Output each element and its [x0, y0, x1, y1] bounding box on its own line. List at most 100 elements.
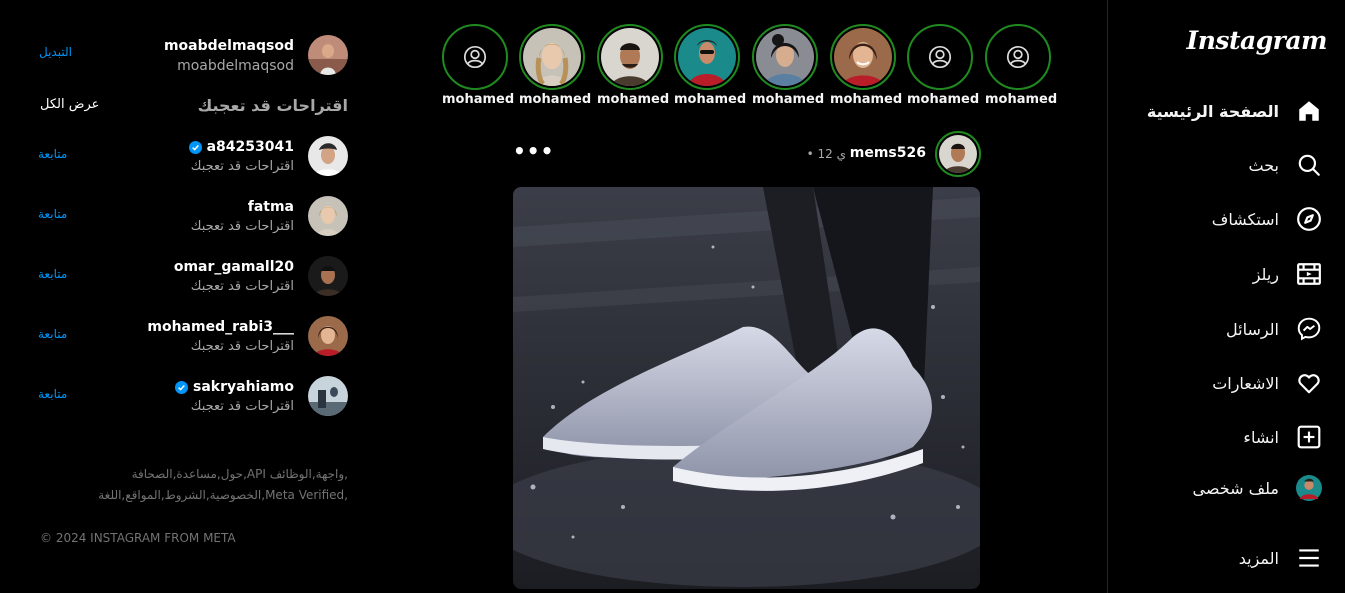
story-ring [907, 24, 973, 90]
post-avatar-image [939, 135, 977, 173]
instagram-home: Instagram الصفحة الرئيسية بحث استكشاف ري… [0, 0, 1345, 593]
story-avatar [678, 28, 736, 86]
suggestion-avatar[interactable] [308, 196, 348, 236]
story-avatar [601, 28, 659, 86]
story-ring [519, 24, 585, 90]
story-ring [674, 24, 740, 90]
post-header: mems526 • ي 12 ••• [513, 131, 981, 177]
nav-search[interactable]: بحث [1249, 148, 1324, 182]
copyright: © 2024 INSTAGRAM FROM META [40, 531, 236, 545]
post-username[interactable]: mems526 [850, 145, 926, 161]
story-name: mohamed [907, 92, 980, 107]
suggestion-avatar[interactable] [308, 256, 348, 296]
instagram-logo[interactable]: Instagram [1187, 26, 1328, 55]
story-avatar [523, 28, 581, 86]
suggestion-username[interactable]: mohamed_rabi3___ [147, 319, 294, 335]
story-ring [985, 24, 1051, 90]
suggestion-subtitle: اقتراحات قد تعجبك [190, 279, 294, 294]
suggestion-subtitle: اقتراحات قد تعجبك [190, 159, 294, 174]
suggestion-subtitle: اقتراحات قد تعجبك [190, 219, 294, 234]
profile-avatar [1295, 474, 1323, 502]
suggestion-avatar[interactable] [308, 136, 348, 176]
reels-icon [1295, 260, 1323, 288]
suggestion-subtitle: اقتراحات قد تعجبك [190, 399, 294, 414]
nav-notifications[interactable]: الاشعارات [1212, 366, 1323, 400]
post-timestamp: • ي 12 [806, 147, 846, 161]
sidebar-nav: Instagram الصفحة الرئيسية بحث استكشاف ري… [1107, 0, 1345, 593]
my-display-name: moabdelmaqsod [177, 58, 294, 74]
suggestion-username[interactable]: omar_gamall20 [174, 259, 294, 275]
default-avatar-icon [989, 28, 1047, 86]
nav-messages-label: الرسائل [1226, 319, 1279, 339]
footer-links-row-2[interactable]: الخصوصية,الشروط,المواقع,اللغة,Meta Verif… [98, 488, 348, 502]
story-name: mohamed [442, 92, 515, 107]
verified-badge-icon [188, 140, 202, 154]
heart-icon [1295, 369, 1323, 397]
create-icon [1295, 423, 1323, 451]
story-item[interactable]: mohamed [674, 24, 747, 107]
nav-create-label: انشاء [1243, 427, 1279, 447]
story-ring [597, 24, 663, 90]
compass-icon [1295, 205, 1323, 233]
footer-links-row-1[interactable]: حول,مساعدة,الصحافة,API واجهة,الوظائف, [132, 467, 348, 481]
follow-button[interactable]: متابعة [38, 147, 67, 161]
story-name: mohamed [985, 92, 1058, 107]
story-item[interactable]: mohamed [442, 24, 515, 107]
nav-create[interactable]: انشاء [1243, 420, 1323, 454]
post-image[interactable] [513, 187, 980, 589]
home-icon [1295, 97, 1323, 125]
more-options-icon[interactable]: ••• [513, 139, 554, 163]
nav-explore-label: استكشاف [1211, 209, 1279, 229]
follow-button[interactable]: متابعة [38, 207, 67, 221]
default-avatar-icon [446, 28, 504, 86]
story-item[interactable]: mohamed [830, 24, 903, 107]
my-username[interactable]: moabdelmaqsod [164, 38, 294, 54]
suggestion-username[interactable]: fatma [248, 199, 294, 215]
suggestion-username-text: omar_gamall20 [173, 259, 294, 275]
search-icon [1295, 151, 1323, 179]
follow-button[interactable]: متابعة [38, 267, 67, 281]
nav-more[interactable]: المزيد [1239, 541, 1323, 575]
story-item[interactable]: mohamed [752, 24, 825, 107]
story-ring [830, 24, 896, 90]
story-name: mohamed [830, 92, 903, 107]
suggestion-avatar[interactable] [308, 316, 348, 356]
story-item[interactable]: mohamed [519, 24, 591, 107]
suggestion-username[interactable]: a84253041 [188, 139, 294, 155]
nav-profile-label: ملف شخصى [1192, 478, 1279, 498]
story-item[interactable]: mohamed [597, 24, 670, 107]
verified-badge-icon [175, 380, 188, 394]
nav-home-label: الصفحة الرئيسية [1146, 101, 1279, 121]
suggestion-avatar[interactable] [308, 376, 348, 416]
story-name: mohamed [752, 92, 825, 107]
nav-home[interactable]: الصفحة الرئيسية [1147, 94, 1323, 128]
nav-messages[interactable]: الرسائل [1226, 312, 1323, 346]
story-avatar [756, 28, 814, 86]
nav-more-label: المزيد [1238, 548, 1279, 568]
story-name: mohamed [674, 92, 747, 107]
story-item[interactable]: mohamed [907, 24, 980, 107]
suggestion-username-text: fatma [247, 199, 294, 215]
nav-reels-label: ريلز [1252, 264, 1279, 284]
post-author-avatar[interactable] [935, 131, 981, 177]
nav-search-label: بحث [1248, 155, 1280, 175]
my-avatar[interactable] [308, 35, 348, 75]
story-avatar [834, 28, 892, 86]
story-item[interactable]: mohamed [985, 24, 1058, 107]
follow-button[interactable]: متابعة [38, 387, 67, 401]
suggestion-username-text: mohamed_rabi3___ [147, 319, 294, 335]
suggestion-username-text: a84253041 [206, 139, 294, 155]
suggestions-title: اقتراحات قد تعجبك [197, 96, 348, 115]
story-ring [752, 24, 818, 90]
nav-profile[interactable]: ملف شخصى [1193, 471, 1323, 505]
nav-explore[interactable]: استكشاف [1212, 202, 1323, 236]
follow-button[interactable]: متابعة [38, 327, 67, 341]
switch-account-link[interactable]: التبديل [39, 45, 72, 59]
story-ring [442, 24, 508, 90]
see-all-link[interactable]: عرض الكل [40, 97, 99, 112]
suggestion-subtitle: اقتراحات قد تعجبك [190, 339, 294, 354]
nav-notifications-label: الاشعارات [1212, 373, 1279, 393]
story-name: mohamed [597, 92, 670, 107]
nav-reels[interactable]: ريلز [1253, 257, 1323, 291]
suggestion-username[interactable]: sakryahiamo [175, 379, 294, 395]
